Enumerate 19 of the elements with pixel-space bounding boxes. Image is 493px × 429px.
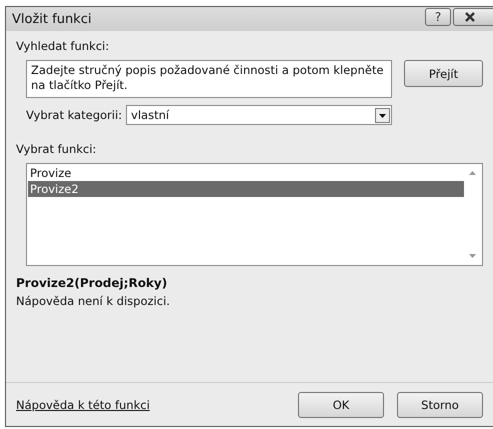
search-label: Vyhledat funkci:: [16, 39, 110, 53]
scroll-down-icon: [468, 253, 477, 259]
go-button[interactable]: Přejít: [404, 60, 483, 87]
help-link[interactable]: Nápověda k této funkci: [16, 398, 150, 412]
function-label: Vybrat funkci:: [16, 142, 96, 156]
function-description: Nápověda není k dispozici.: [16, 294, 170, 308]
category-dropdown[interactable]: vlastní: [126, 105, 392, 125]
category-label: Vybrat kategorii:: [26, 108, 122, 122]
scroll-up-icon: [468, 170, 477, 176]
dialog-button[interactable]: Storno: [397, 392, 483, 418]
close-button[interactable]: [453, 8, 493, 26]
dialog-button[interactable]: OK: [298, 392, 384, 418]
function-item[interactable]: Provize: [28, 165, 464, 181]
window-title: Vložit funkci: [12, 12, 92, 26]
search-field[interactable]: Zadejte stručný popis požadované činnosti a potom klepněte na tlačítko Přejít.: [26, 60, 392, 98]
function-signature: Provize2(Prodej;Roky): [16, 276, 168, 290]
function-item[interactable]: Provize2: [28, 181, 464, 197]
help-button[interactable]: ?: [425, 8, 451, 26]
close-icon: [464, 12, 476, 22]
